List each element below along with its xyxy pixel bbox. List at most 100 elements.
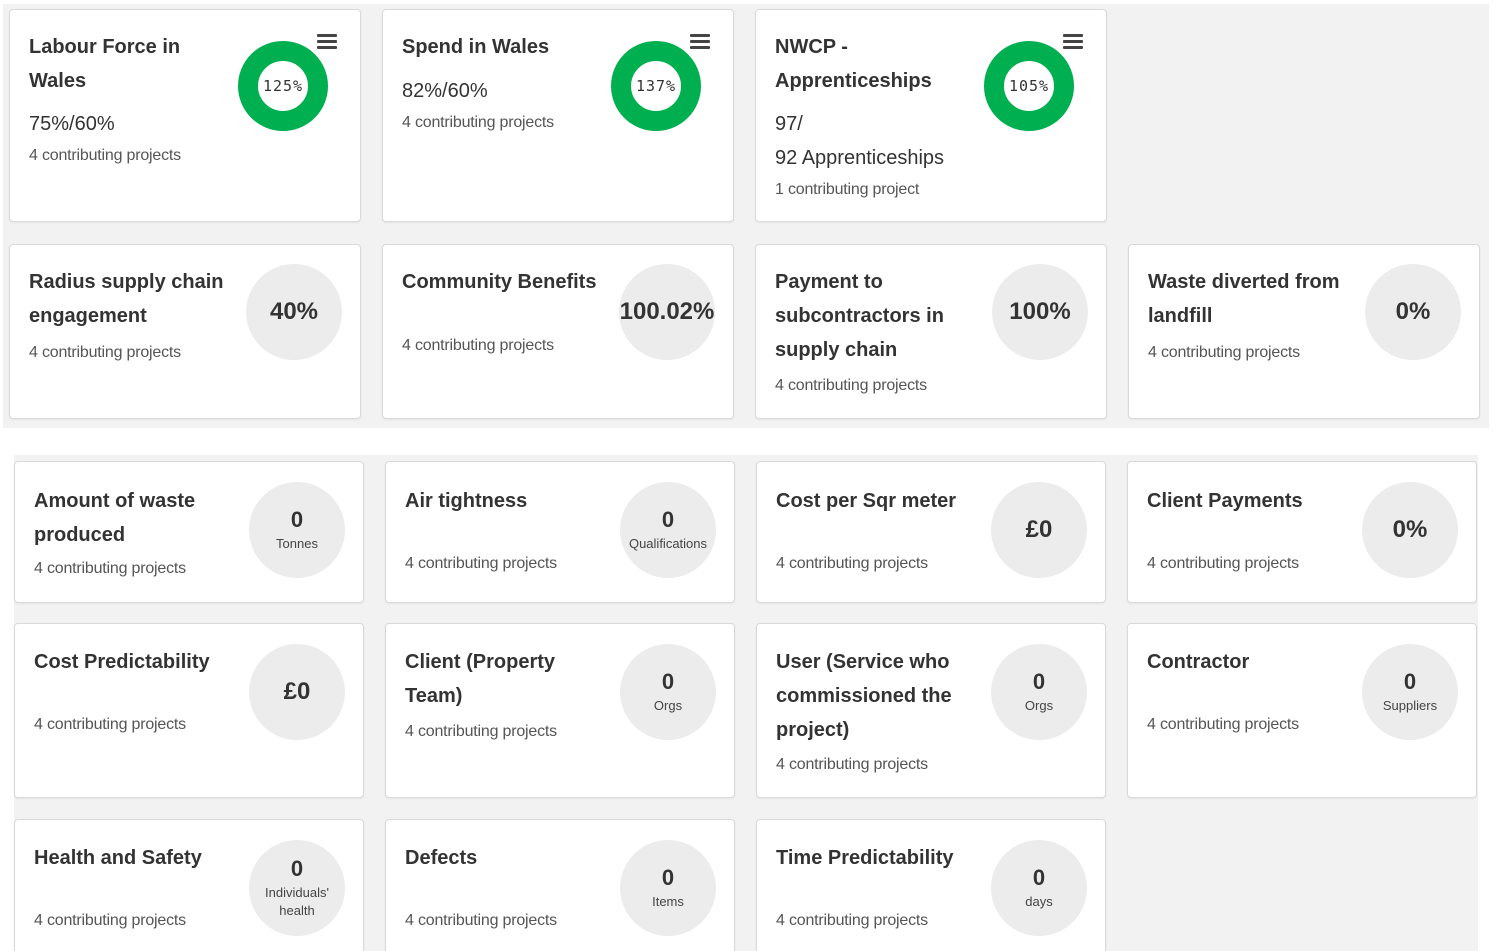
progress-donut: 125% — [238, 41, 328, 131]
card-title: Defects — [405, 847, 478, 869]
card-title: Client Payments — [1147, 490, 1303, 512]
contributing-projects: 4 contributing projects — [402, 337, 554, 354]
circle-value: 0 — [1032, 669, 1046, 694]
value-circle: 0 days — [991, 840, 1087, 936]
contributing-projects: 4 contributing projects — [34, 560, 186, 577]
value-circle: 0 Individuals' health — [249, 840, 345, 936]
card-value: 75%/60% — [29, 113, 115, 135]
circle-unit: Items — [652, 894, 684, 909]
card-title: Payment to subcontractors in supply chain — [775, 271, 944, 361]
progress-donut: 105% — [984, 41, 1074, 131]
contributing-projects: 4 contributing projects — [405, 912, 557, 929]
circle-value: £0 — [1025, 516, 1053, 543]
value-circle: 0 Suppliers — [1362, 644, 1458, 740]
card-title: Amount of waste produced — [34, 490, 196, 546]
circle-value: 0% — [1392, 516, 1428, 543]
card-title: Radius supply chain engagement — [29, 271, 224, 327]
circle-value: 40% — [269, 298, 319, 325]
contributing-projects: 4 contributing projects — [1148, 344, 1300, 361]
contributing-projects: 4 contributing projects — [29, 147, 181, 164]
value-circle: £0 — [249, 644, 345, 740]
progress-donut: 137% — [611, 41, 701, 131]
contributing-projects: 4 contributing projects — [775, 377, 927, 394]
donut-percentage: 105% — [1008, 77, 1050, 95]
value-circle: 0 Orgs — [620, 644, 716, 740]
circle-value: 100% — [1009, 298, 1071, 325]
value-circle: 100.02% — [619, 264, 715, 360]
contributing-projects: 1 contributing project — [775, 181, 920, 198]
kpi-card-time-predictability[interactable]: Time Predictability 4 contributing proje… — [756, 819, 1106, 951]
donut-percentage: 137% — [635, 77, 677, 95]
contributing-projects: 4 contributing projects — [402, 114, 554, 131]
value-circle: 0 Orgs — [991, 644, 1087, 740]
card-title: Air tightness — [405, 490, 528, 512]
value-circle: £0 — [991, 482, 1087, 578]
card-title: Time Predictability — [776, 847, 954, 869]
value-circle: 40% — [246, 264, 342, 360]
contributing-projects: 4 contributing projects — [1147, 555, 1299, 572]
value-circle: 0% — [1362, 482, 1458, 578]
kpi-card-defects[interactable]: Defects 4 contributing projects 0 Items — [385, 819, 735, 951]
kpi-card-contractor[interactable]: Contractor 4 contributing projects 0 Sup… — [1127, 623, 1477, 798]
circle-value: 0 — [661, 669, 675, 694]
kpi-card-payment-subcontractors[interactable]: Payment to subcontractors in supply chain … — [755, 244, 1107, 419]
card-title: Cost Predictability — [34, 651, 210, 673]
kpi-card-client-property-team[interactable]: Client (Property Team) 4 contributing pro… — [385, 623, 735, 798]
kpi-card-radius-supply-chain[interactable]: Radius supply chain engagement 4 contribu… — [9, 244, 361, 419]
kpi-card-labour-force[interactable]: Labour Force in Wales 75%/60% 4 contribut… — [9, 9, 361, 222]
card-title: Labour Force in Wales — [29, 36, 181, 92]
circle-unit: Qualifications — [628, 536, 708, 551]
menu-icon[interactable] — [317, 34, 337, 50]
kpi-card-user-service[interactable]: User (Service who commissioned the project… — [756, 623, 1106, 798]
contributing-projects: 4 contributing projects — [29, 344, 181, 361]
circle-value: 0 — [290, 507, 304, 532]
kpi-card-cost-per-sqr-meter[interactable]: Cost per Sqr meter 4 contributing projec… — [756, 461, 1106, 603]
circle-unit: Suppliers — [1382, 698, 1438, 713]
kpi-card-waste-diverted[interactable]: Waste diverted from landfill 4 contributi… — [1128, 244, 1480, 419]
contributing-projects: 4 contributing projects — [776, 912, 928, 929]
contributing-projects: 4 contributing projects — [776, 756, 928, 773]
contributing-projects: 4 contributing projects — [776, 555, 928, 572]
kpi-card-health-and-safety[interactable]: Health and Safety 4 contributing project… — [14, 819, 364, 951]
value-circle: 0 Qualifications — [620, 482, 716, 578]
contributing-projects: 4 contributing projects — [34, 716, 186, 733]
card-title: Health and Safety — [34, 847, 202, 869]
card-value: 82%/60% — [402, 80, 488, 102]
menu-icon[interactable] — [1063, 34, 1083, 50]
circle-value: 0% — [1395, 298, 1431, 325]
card-title: Client (Property Team) — [405, 651, 556, 707]
kpi-card-amount-of-waste[interactable]: Amount of waste produced 4 contributing p… — [14, 461, 364, 603]
circle-unit: Tonnes — [276, 536, 318, 551]
circle-value: 0 — [661, 865, 675, 890]
circle-value: 0 — [1032, 865, 1046, 890]
card-title: Spend in Wales — [402, 36, 550, 58]
card-title: Cost per Sqr meter — [776, 490, 957, 512]
kpi-card-client-payments[interactable]: Client Payments 4 contributing projects … — [1127, 461, 1477, 603]
contributing-projects: 4 contributing projects — [405, 723, 557, 740]
circle-unit: Orgs — [1024, 698, 1054, 713]
circle-unit: Orgs — [653, 698, 683, 713]
card-title: Waste diverted from landfill — [1148, 271, 1340, 327]
card-title: Community Benefits — [402, 271, 597, 293]
contributing-projects: 4 contributing projects — [34, 912, 186, 929]
contributing-projects: 4 contributing projects — [1147, 716, 1299, 733]
card-title: User (Service who commissioned the project… — [776, 651, 952, 741]
card-title: NWCP - Apprenticeships — [775, 36, 932, 92]
kpi-card-cost-predictability[interactable]: Cost Predictability 4 contributing proje… — [14, 623, 364, 798]
value-circle: 100% — [992, 264, 1088, 360]
circle-value: 0 — [290, 856, 304, 881]
circle-unit: Individuals' health — [265, 885, 329, 918]
card-value: 97/92 Apprenticeships — [775, 113, 945, 169]
card-title: Contractor — [1147, 651, 1250, 673]
value-circle: 0 Items — [620, 840, 716, 936]
kpi-card-air-tightness[interactable]: Air tightness 4 contributing projects 0 … — [385, 461, 735, 603]
circle-unit: days — [1025, 894, 1053, 909]
menu-icon[interactable] — [690, 34, 710, 50]
kpi-card-nwcp-apprenticeships[interactable]: NWCP - Apprenticeships 97/92 Apprenticesh… — [755, 9, 1107, 222]
value-circle: 0 Tonnes — [249, 482, 345, 578]
donut-percentage: 125% — [262, 77, 304, 95]
kpi-card-spend-in-wales[interactable]: Spend in Wales 82%/60% 4 contributing pr… — [382, 9, 734, 222]
circle-value: 0 — [1403, 669, 1417, 694]
value-circle: 0% — [1365, 264, 1461, 360]
kpi-card-community-benefits[interactable]: Community Benefits 4 contributing projec… — [382, 244, 734, 419]
